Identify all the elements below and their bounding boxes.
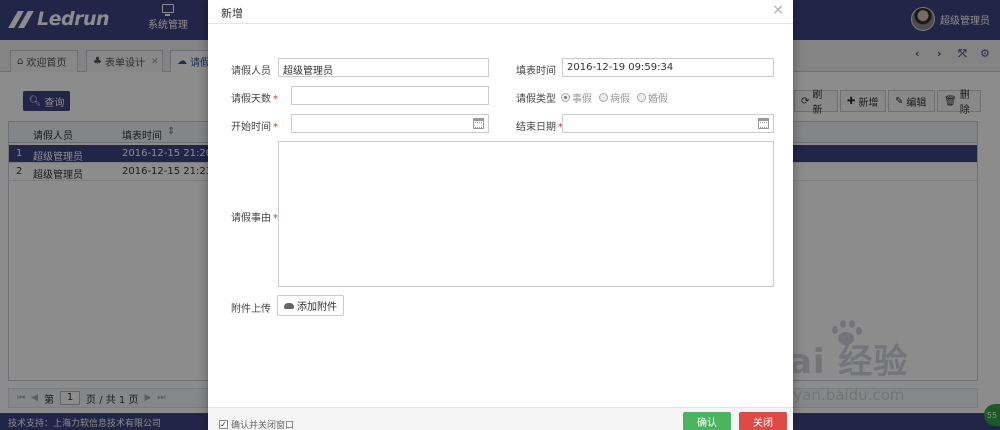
confirm-and-close-option[interactable]: ✓ 确认并关闭窗口 (219, 418, 294, 430)
dialog-title: 新增 (221, 7, 243, 20)
add-attachment-button[interactable]: 添加附件 (277, 295, 344, 316)
start-time-field[interactable] (291, 114, 489, 133)
confirm-button[interactable]: 确认 (683, 412, 731, 430)
required-mark: * (273, 122, 278, 133)
reason-label: 请假事由 * (231, 209, 278, 224)
radio-label: 婚假 (648, 94, 668, 105)
radio-personal-leave[interactable]: 事假 (561, 90, 592, 105)
radio-label: 病假 (610, 94, 630, 105)
attach-label: 附件上传 (231, 304, 271, 315)
add-dialog: 新增 × 请假人员 超级管理员 填表时间 2016-12-19 09:59:34… (208, 0, 793, 430)
reason-textarea[interactable] (278, 141, 774, 287)
start-label-text: 开始时间 (231, 122, 271, 133)
cloud-upload-icon (284, 302, 294, 309)
end-label-text: 结束日期 (516, 122, 556, 133)
end-date-field[interactable] (562, 114, 774, 133)
dialog-footer: ✓ 确认并关闭窗口 确认 关闭 (208, 407, 793, 430)
confirm-and-close-checkbox[interactable]: ✓ (219, 420, 228, 429)
close-icon[interactable]: × (772, 2, 784, 18)
person-label: 请假人员 (231, 66, 271, 77)
start-label: 开始时间 * (231, 118, 278, 133)
close-button[interactable]: 关闭 (739, 412, 787, 430)
leave-type-radio-group: 事假 病假 婚假 (561, 90, 668, 105)
add-attachment-label: 添加附件 (297, 302, 337, 313)
radio-marriage-leave[interactable]: 婚假 (637, 90, 668, 105)
end-label: 结束日期 * (516, 118, 563, 133)
calendar-icon[interactable] (473, 118, 484, 129)
confirm-and-close-label: 确认并关闭窗口 (231, 421, 295, 430)
fill-time-field[interactable]: 2016-12-19 09:59:34 (562, 58, 774, 77)
radio-sick-leave[interactable]: 病假 (599, 90, 630, 105)
radio-dot (599, 93, 608, 102)
radio-dot (561, 93, 570, 102)
type-label: 请假类型 (516, 94, 556, 105)
radio-dot (637, 93, 646, 102)
reason-label-text: 请假事由 (231, 213, 271, 224)
required-mark: * (273, 94, 278, 105)
days-label: 请假天数 * (231, 90, 278, 105)
calendar-icon[interactable] (758, 118, 769, 129)
fill-time-label: 填表时间 (516, 66, 556, 77)
person-field[interactable]: 超级管理员 (278, 58, 489, 77)
days-label-text: 请假天数 (231, 94, 271, 105)
days-field[interactable] (291, 86, 489, 105)
dialog-header: 新增 × (208, 0, 793, 24)
radio-label: 事假 (572, 94, 592, 105)
